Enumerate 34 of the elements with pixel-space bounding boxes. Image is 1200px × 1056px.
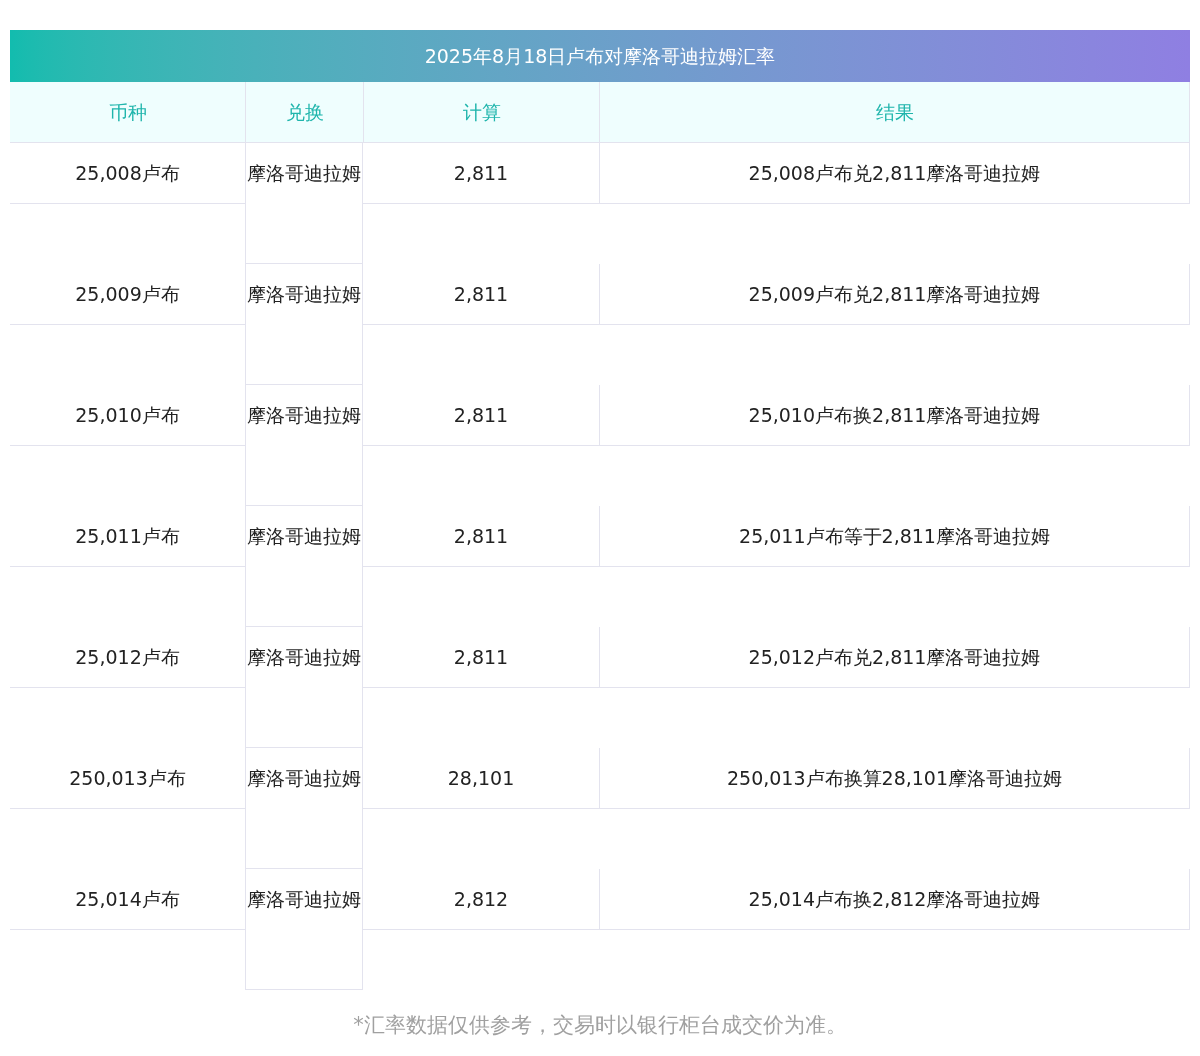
table-cell: 2,812: [363, 869, 599, 930]
column-header: 计算: [363, 82, 599, 142]
table-title: 2025年8月18日卢布对摩洛哥迪拉姆汇率: [10, 30, 1190, 82]
table-cell: 250,013卢布换算28,101摩洛哥迪拉姆: [599, 748, 1190, 809]
table-cell: 摩洛哥迪拉姆: [245, 627, 363, 748]
table-cell: 250,013卢布: [10, 748, 245, 809]
table-cell: 2,811: [363, 627, 599, 688]
table-cell: 25,009卢布: [10, 264, 245, 325]
table-cell: 25,009卢布兑2,811摩洛哥迪拉姆: [599, 264, 1190, 325]
column-header: 币种: [107, 99, 148, 125]
table-cell: 25,011卢布等于2,811摩洛哥迪拉姆: [599, 506, 1190, 567]
table-cell: 摩洛哥迪拉姆: [245, 869, 363, 990]
disclaimer-note: *汇率数据仅供参考，交易时以银行柜台成交价为准。: [352, 1012, 848, 1039]
table-cell: 25,014卢布换2,812摩洛哥迪拉姆: [599, 869, 1190, 930]
table-cell: 25,012卢布: [10, 627, 245, 688]
table-cell: 25,008卢布兑2,811摩洛哥迪拉姆: [599, 143, 1190, 204]
table-cell: 28,101: [363, 748, 599, 809]
table-cell: 2,811: [363, 385, 599, 446]
table-cell: 摩洛哥迪拉姆: [245, 506, 363, 627]
table-cell: 25,008卢布: [10, 143, 245, 204]
table-cell: 摩洛哥迪拉姆: [245, 264, 363, 385]
table-cell: 25,012卢布兑2,811摩洛哥迪拉姆: [599, 627, 1190, 688]
table-cell: 25,011卢布: [10, 506, 245, 567]
column-header: 结果: [599, 82, 1190, 142]
column-header: 兑换: [245, 82, 363, 142]
table-cell: 25,010卢布: [10, 385, 245, 446]
table-cell: 2,811: [363, 506, 599, 567]
table-cell: 2,811: [363, 143, 599, 204]
table-cell: 摩洛哥迪拉姆: [245, 748, 363, 869]
table-cell: 25,010卢布换2,811摩洛哥迪拉姆: [599, 385, 1190, 446]
table-cell: 25,014卢布: [10, 869, 245, 930]
table-cell: 摩洛哥迪拉姆: [245, 143, 363, 264]
table-cell: 摩洛哥迪拉姆: [245, 385, 363, 506]
table-cell: 2,811: [363, 264, 599, 325]
